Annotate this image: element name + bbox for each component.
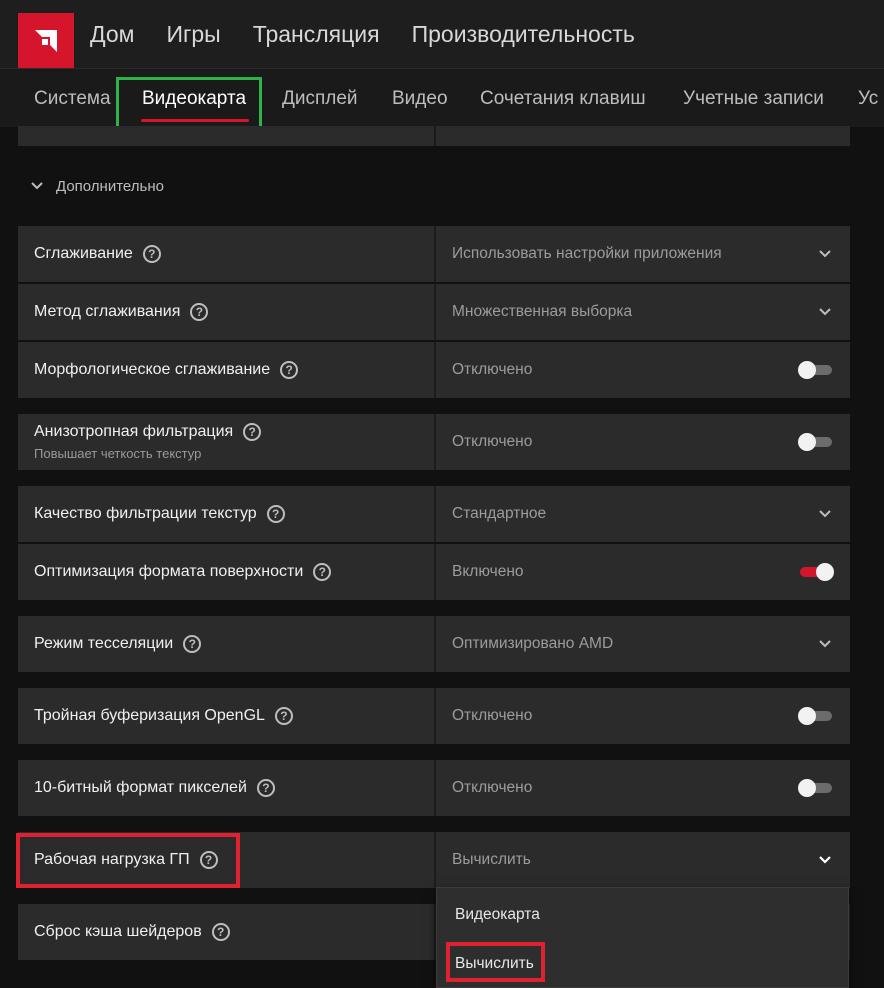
tab-video[interactable]: Видео <box>392 69 448 127</box>
topnav-games[interactable]: Игры <box>166 21 220 48</box>
tab-more[interactable]: Ус <box>858 69 878 127</box>
gpu-workload-dropdown[interactable]: Вычислить <box>436 832 850 888</box>
help-icon[interactable]: ? <box>211 923 230 941</box>
partial-setting-row <box>18 126 850 146</box>
chevron-down-icon <box>31 182 43 190</box>
setting-label: Анизотропная фильтрация <box>34 423 234 440</box>
chevron-down-icon <box>819 856 831 864</box>
setting-label: Метод сглаживания <box>34 303 181 320</box>
dropdown-option-graphics[interactable]: Видеокарта <box>455 906 540 924</box>
help-icon[interactable]: ? <box>142 245 161 263</box>
chevron-down-icon <box>819 308 831 316</box>
highlight-compute-option <box>446 942 545 982</box>
setting-row-anisotropic: Анизотропная фильтрация? Повышает четкос… <box>18 414 850 470</box>
setting-value: Вычислить <box>452 851 531 868</box>
setting-value: Отключено <box>452 433 533 450</box>
setting-row-morphological-aa: Морфологическое сглаживание? Отключено <box>18 342 850 398</box>
chevron-down-icon <box>819 250 831 258</box>
10bit-toggle[interactable] <box>798 779 832 797</box>
morphological-aa-toggle[interactable] <box>798 361 832 379</box>
tessellation-dropdown[interactable]: Оптимизировано AMD <box>436 616 850 672</box>
help-icon[interactable]: ? <box>243 423 262 441</box>
help-icon[interactable]: ? <box>313 563 332 581</box>
amd-logo[interactable] <box>18 13 74 69</box>
topnav-performance[interactable]: Производительность <box>412 21 635 48</box>
anisotropic-toggle[interactable] <box>798 433 832 451</box>
help-icon[interactable]: ? <box>190 303 209 321</box>
help-icon[interactable]: ? <box>266 505 285 523</box>
setting-row-surface-format: Оптимизация формата поверхности? Включен… <box>18 544 850 600</box>
tab-display[interactable]: Дисплей <box>282 69 358 127</box>
antialiasing-dropdown[interactable]: Использовать настройки приложения <box>436 226 850 282</box>
setting-value: Отключено <box>452 707 533 724</box>
highlight-gpu-workload-label <box>16 833 240 888</box>
setting-label: Качество фильтрации текстур <box>34 505 257 522</box>
aa-method-dropdown[interactable]: Множественная выборка <box>436 284 850 340</box>
setting-row-triple-buffering: Тройная буферизация OpenGL? Отключено <box>18 688 850 744</box>
setting-row-antialiasing: Сглаживание? Использовать настройки прил… <box>18 226 850 282</box>
help-icon[interactable]: ? <box>256 779 275 797</box>
setting-value: Включено <box>452 563 524 580</box>
help-icon[interactable]: ? <box>280 361 299 379</box>
setting-row-10bit: 10-битный формат пикселей? Отключено <box>18 760 850 816</box>
texture-quality-dropdown[interactable]: Стандартное <box>436 486 850 542</box>
setting-value: Использовать настройки приложения <box>452 245 722 262</box>
setting-description: Повышает четкость текстур <box>34 446 202 461</box>
section-title: Дополнительно <box>56 177 164 195</box>
setting-value: Стандартное <box>452 505 547 522</box>
setting-label: Морфологическое сглаживание <box>34 361 271 378</box>
setting-row-texture-quality: Качество фильтрации текстур? Стандартное <box>18 486 850 542</box>
top-nav: Дом Игры Трансляция Производительность <box>90 0 667 68</box>
triple-buffering-toggle[interactable] <box>798 707 832 725</box>
tab-hotkeys[interactable]: Сочетания клавиш <box>480 69 646 127</box>
setting-row-tessellation: Режим тесселяции? Оптимизировано AMD <box>18 616 850 672</box>
setting-label: Тройная буферизация OpenGL <box>34 707 265 724</box>
chevron-down-icon <box>819 510 831 518</box>
chevron-down-icon <box>819 640 831 648</box>
topnav-streaming[interactable]: Трансляция <box>253 21 380 48</box>
help-icon[interactable]: ? <box>274 707 293 725</box>
tab-system[interactable]: Система <box>34 69 111 127</box>
setting-label: Сглаживание <box>34 245 133 262</box>
setting-label: Оптимизация формата поверхности <box>34 563 304 580</box>
setting-value: Оптимизировано AMD <box>452 635 614 652</box>
setting-value: Отключено <box>452 361 533 378</box>
top-bar: Дом Игры Трансляция Производительность <box>0 0 884 69</box>
help-icon[interactable]: ? <box>183 635 202 653</box>
amd-logo-icon <box>35 30 57 52</box>
surface-format-toggle[interactable] <box>800 563 834 581</box>
setting-label: Режим тесселяции <box>34 635 174 652</box>
section-advanced[interactable]: Дополнительно <box>30 172 164 200</box>
tab-accounts[interactable]: Учетные записи <box>683 69 824 127</box>
setting-label: Сброс кэша шейдеров <box>34 923 202 940</box>
topnav-home[interactable]: Дом <box>90 21 134 48</box>
setting-label: 10-битный формат пикселей <box>34 779 247 796</box>
setting-row-aa-method: Метод сглаживания? Множественная выборка <box>18 284 850 340</box>
setting-value: Множественная выборка <box>452 303 633 320</box>
setting-value: Отключено <box>452 779 533 796</box>
